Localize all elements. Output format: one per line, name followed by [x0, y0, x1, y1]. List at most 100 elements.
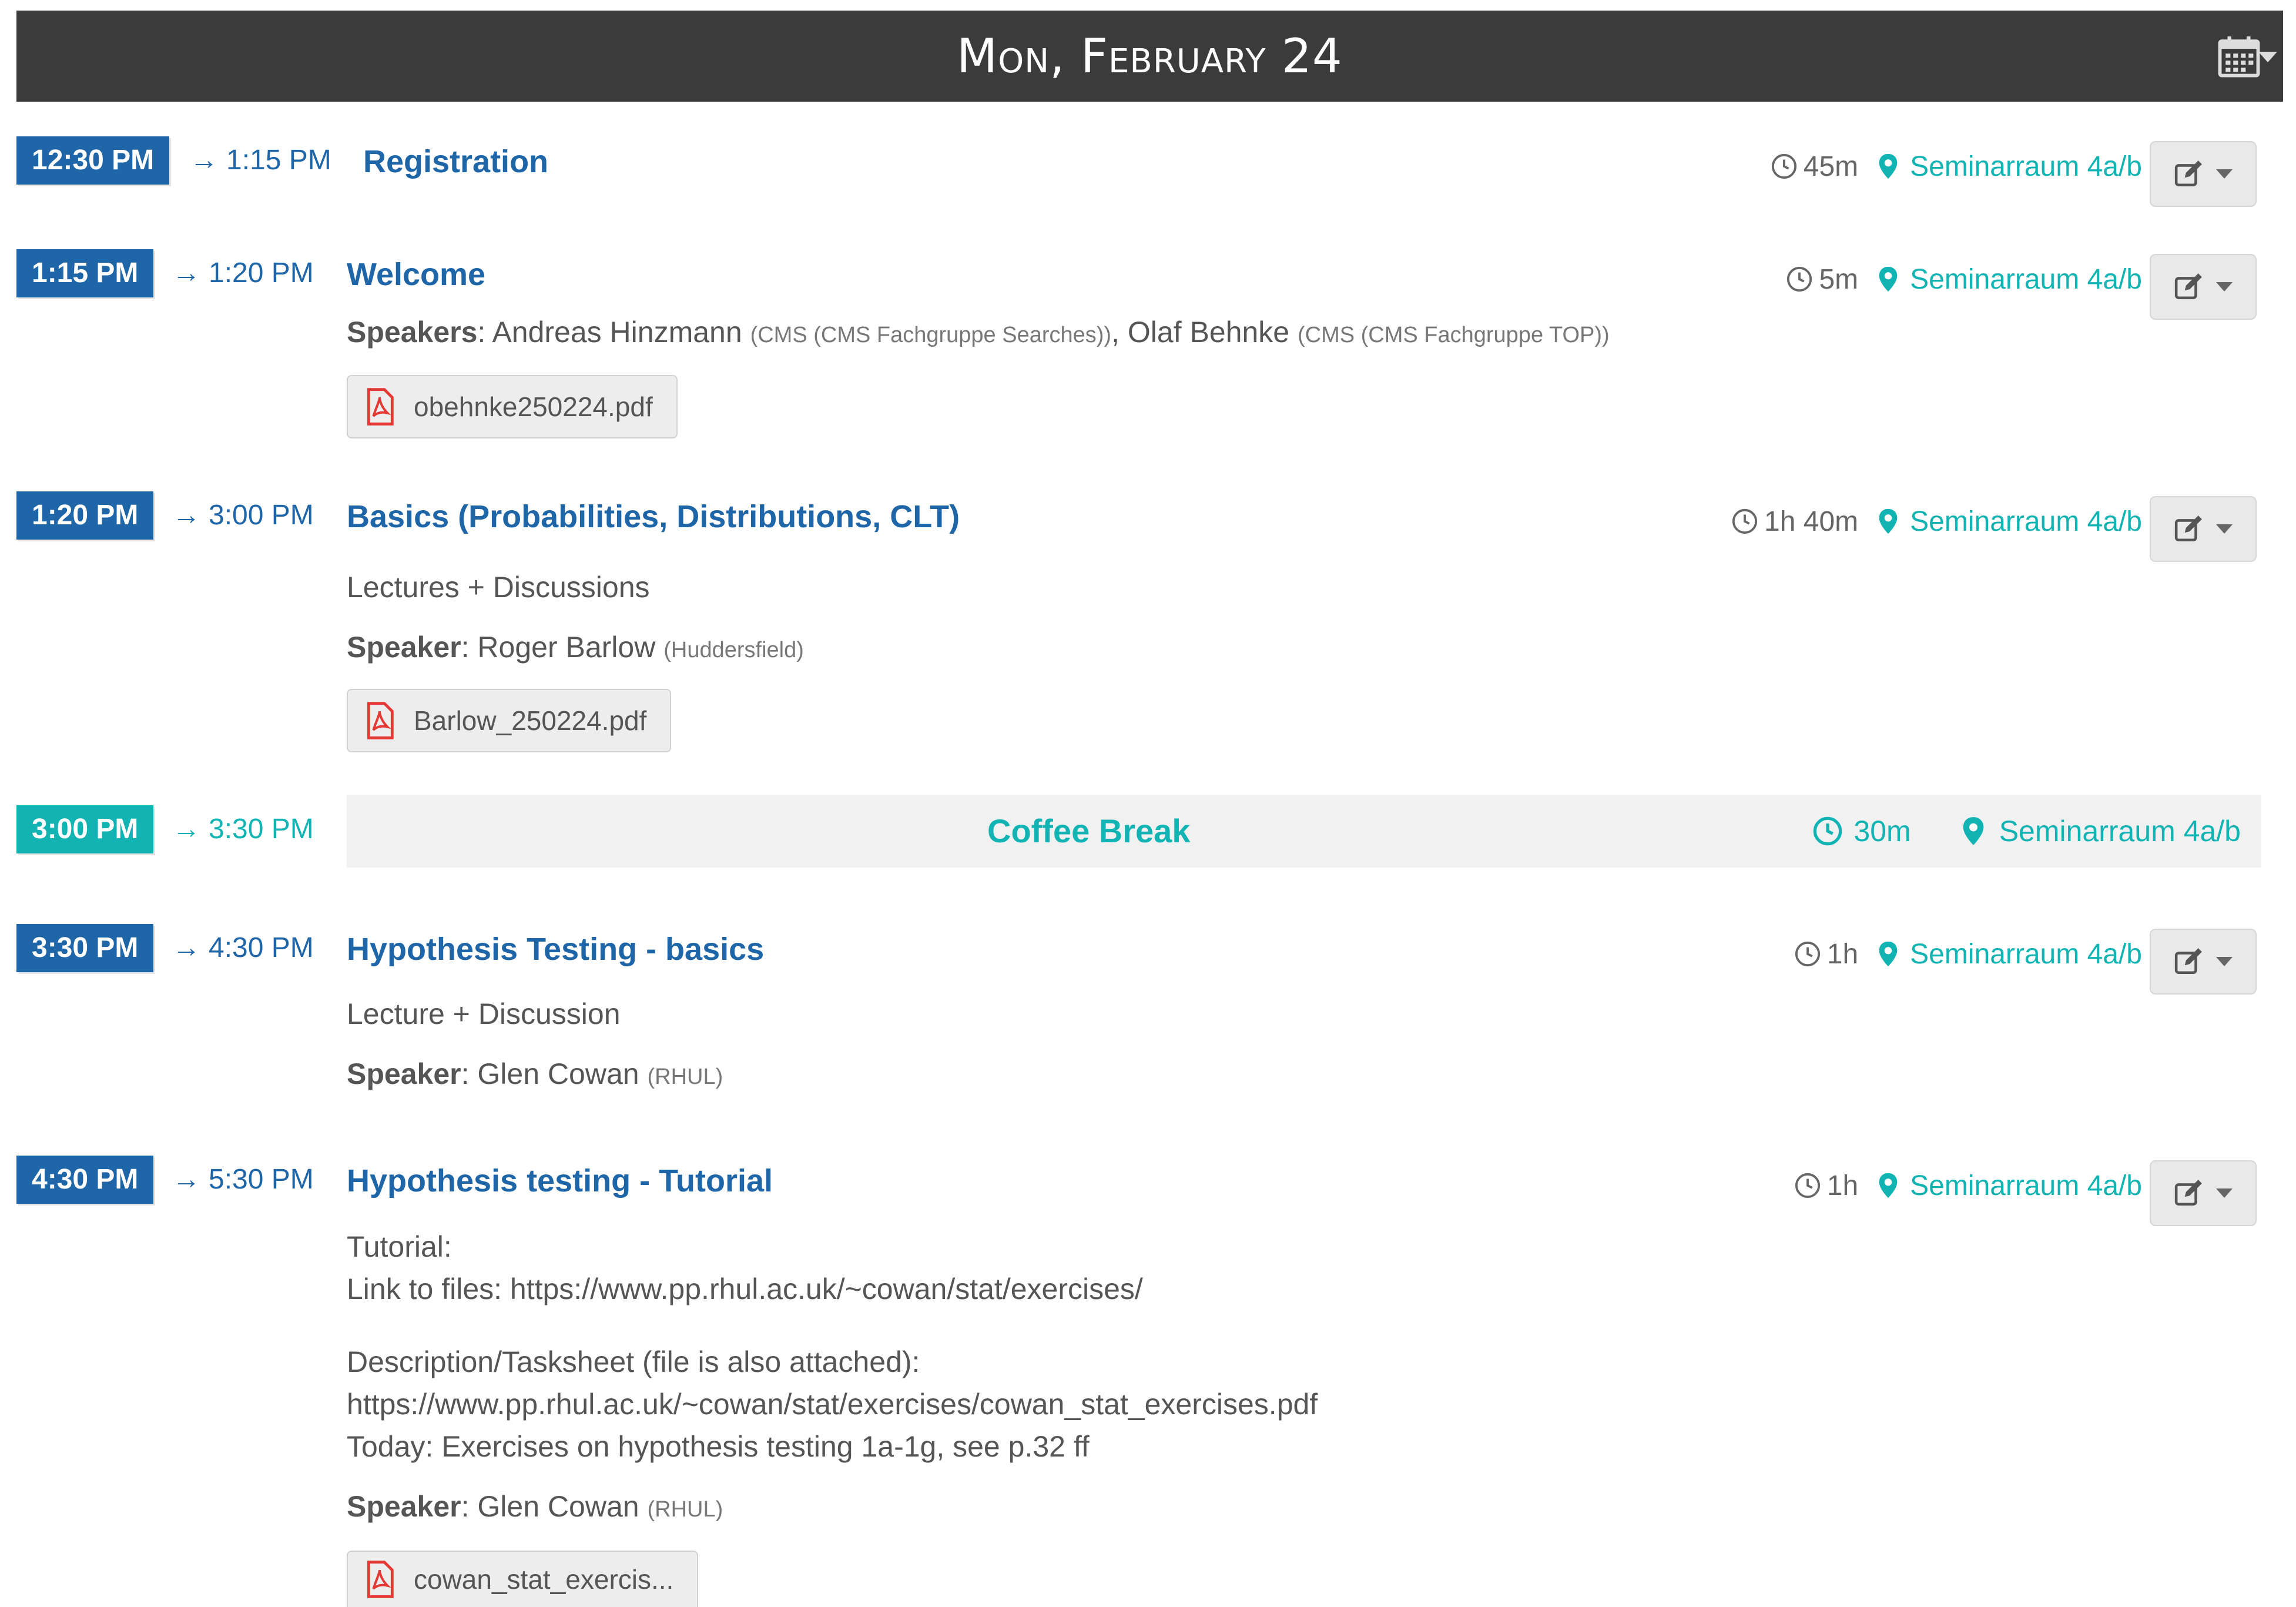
description-link[interactable]: https://www.pp.rhul.ac.uk/~cowan/stat/ex… [347, 1387, 1318, 1421]
duration: 1h [1794, 1170, 1858, 1202]
location[interactable]: Seminarraum 4a/b [1958, 814, 2241, 848]
chevron-down-icon [2216, 169, 2233, 179]
contribution-title[interactable]: Registration [363, 138, 548, 186]
speakers-line: Speakers: Andreas Hinzmann (CMS (CMS Fac… [347, 316, 1610, 349]
description-line: Tutorial: [347, 1230, 452, 1263]
break-title: Coffee Break [987, 812, 1191, 849]
edit-entry-button[interactable] [2150, 496, 2257, 562]
location[interactable]: Seminarraum 4a/b [1875, 263, 2142, 296]
break-meta: 30m Seminarraum 4a/b [1812, 795, 2241, 868]
end-time: → 4:30 PM [172, 924, 314, 972]
colon: : [477, 316, 486, 349]
clock-icon [1732, 508, 1758, 534]
day-header: Mon, February 24 [16, 11, 2283, 102]
attachment-button[interactable]: Barlow_250224.pdf [347, 689, 672, 752]
start-time-badge: 1:15 PM [16, 249, 154, 297]
arrow-icon: → [172, 500, 200, 531]
arrow-icon: → [172, 932, 200, 963]
location-label: Seminarraum 4a/b [1910, 150, 2142, 182]
speaker-affiliation: (Huddersfield) [663, 638, 804, 662]
entry-meta: 45m Seminarraum 4a/b [1771, 142, 2142, 190]
pdf-file-icon [367, 1561, 394, 1598]
attachment-button[interactable]: obehnke250224.pdf [347, 375, 678, 438]
contribution-title[interactable]: Basics (Probabilities, Distributions, CL… [347, 493, 960, 541]
pdf-file-icon [367, 702, 394, 739]
duration-value: 5m [1819, 263, 1859, 295]
calendar-icon [2218, 36, 2260, 78]
pdf-file-icon [367, 388, 394, 426]
duration-value: 45m [1803, 150, 1859, 182]
edit-icon [2174, 160, 2202, 187]
speaker-affiliation: (RHUL) [647, 1064, 723, 1089]
timetable-page: Mon, February 24 12:30 PM → 1:15 PM Regis… [0, 0, 2296, 1607]
arrow-icon: → [172, 1164, 200, 1195]
clock-icon [1814, 816, 1842, 846]
description-line: Today: Exercises on hypothesis testing 1… [347, 1430, 1090, 1463]
duration-value: 1h 40m [1764, 505, 1859, 537]
speakers-line: Speaker: Glen Cowan (RHUL) [347, 1057, 723, 1091]
description: Lectures + Discussions [347, 571, 650, 604]
location[interactable]: Seminarraum 4a/b [1875, 505, 2142, 538]
location[interactable]: Seminarraum 4a/b [1875, 1170, 2142, 1202]
arrow-icon: → [172, 257, 200, 289]
clock-icon [1795, 941, 1820, 967]
duration-value: 1h [1826, 1170, 1859, 1201]
description: Lecture + Discussion [347, 997, 621, 1030]
contribution-title[interactable]: Hypothesis Testing - basics [347, 925, 764, 973]
clock-icon [1787, 266, 1812, 292]
start-time-badge: 1:20 PM [16, 491, 154, 540]
end-time-value: 1:20 PM [209, 257, 314, 289]
speaker-label: Speaker [347, 1490, 461, 1523]
location[interactable]: Seminarraum 4a/b [1875, 150, 2142, 183]
colon: : [461, 631, 470, 664]
day-title: Mon, February 24 [957, 29, 1343, 83]
chevron-down-icon [2216, 282, 2233, 292]
description-link[interactable]: Link to files: https://www.pp.rhul.ac.uk… [347, 1272, 1143, 1306]
speakers-label: Speakers [347, 316, 478, 349]
location-label: Seminarraum 4a/b [1910, 505, 2142, 537]
chevron-down-icon [2216, 524, 2233, 534]
duration: 30m [1812, 814, 1911, 848]
edit-entry-button[interactable] [2150, 929, 2257, 995]
entry-meta: 1h Seminarraum 4a/b [1794, 1161, 2142, 1210]
break-bar[interactable]: Coffee Break 30m Seminarraum 4a/b [347, 795, 2261, 868]
start-time-badge: 4:30 PM [16, 1156, 154, 1204]
entry-meta: 1h Seminarraum 4a/b [1794, 930, 2142, 978]
location[interactable]: Seminarraum 4a/b [1875, 938, 2142, 970]
duration: 5m [1786, 263, 1858, 296]
location-label: Seminarraum 4a/b [1910, 1170, 2142, 1201]
end-time: → 3:30 PM [172, 805, 314, 853]
map-marker-icon [1879, 1173, 1898, 1198]
end-time-value: 3:00 PM [209, 500, 314, 531]
end-time-value: 3:30 PM [209, 813, 314, 845]
edit-entry-button[interactable] [2150, 254, 2257, 320]
end-time-value: 1:15 PM [226, 145, 331, 176]
speaker-label: Speaker [347, 1057, 461, 1090]
calendar-export-button[interactable] [2195, 27, 2283, 86]
start-time-badge: 3:30 PM [16, 924, 154, 972]
edit-icon [2174, 1180, 2202, 1206]
edit-entry-button[interactable] [2150, 1160, 2257, 1226]
speaker-label: Speaker [347, 631, 461, 664]
attachment-button[interactable]: cowan_stat_exercis... [347, 1551, 699, 1607]
contribution-title[interactable]: Hypothesis testing - Tutorial [347, 1157, 773, 1205]
edit-entry-button[interactable] [2150, 141, 2257, 207]
description-line: Description/Tasksheet (file is also atta… [347, 1345, 920, 1378]
duration: 45m [1771, 150, 1858, 183]
speaker-affiliation: (CMS (CMS Fachgruppe TOP)) [1297, 323, 1610, 347]
location-label: Seminarraum 4a/b [1910, 938, 2142, 970]
attachment-filename: obehnke250224.pdf [414, 391, 653, 422]
entry-meta: 1h 40m Seminarraum 4a/b [1731, 497, 2142, 545]
entry-meta: 5m Seminarraum 4a/b [1786, 255, 2142, 303]
location-label: Seminarraum 4a/b [1999, 815, 2241, 848]
duration: 1h 40m [1731, 505, 1858, 538]
duration-value: 1h [1826, 938, 1859, 970]
contribution-title[interactable]: Welcome [347, 250, 485, 299]
speakers-line: Speaker: Glen Cowan (RHUL) [347, 1489, 723, 1524]
end-time: → 1:15 PM [190, 136, 331, 185]
edit-icon [2174, 515, 2202, 542]
speaker-name: Glen Cowan [477, 1490, 639, 1523]
map-marker-icon [1879, 266, 1898, 292]
clock-icon [1795, 1173, 1820, 1198]
duration: 1h [1794, 938, 1858, 970]
